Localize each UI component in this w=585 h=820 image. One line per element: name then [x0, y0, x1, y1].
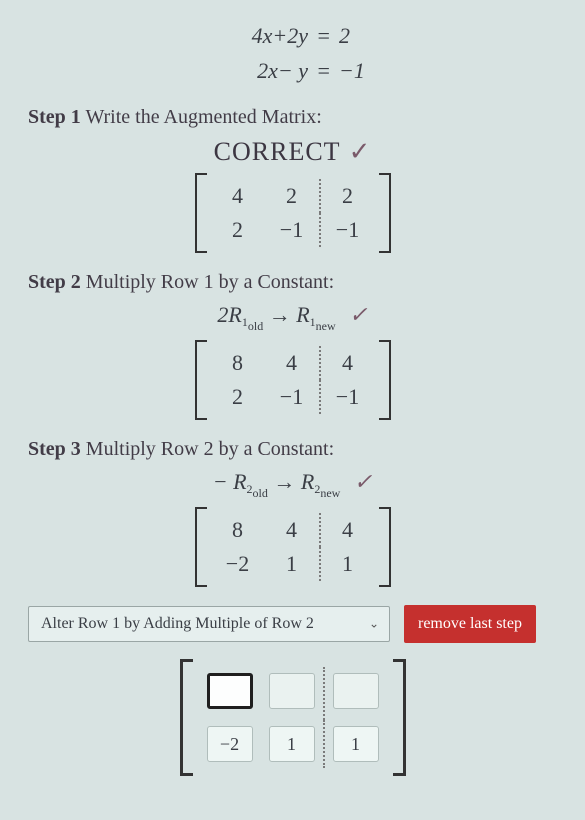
- eq2-rhs: −1: [339, 53, 369, 88]
- matrix-input-r1c1[interactable]: [207, 673, 253, 709]
- eq-sign: =: [314, 18, 334, 53]
- eq1-lhs: 4x+2y: [216, 18, 308, 53]
- step2-matrix: 844 2−1−1: [195, 340, 391, 420]
- dropdown-selected-label: Alter Row 1 by Adding Multiple of Row 2: [41, 615, 314, 632]
- step-type-dropdown[interactable]: Alter Row 1 by Adding Multiple of Row 2 …: [28, 606, 390, 642]
- remove-last-step-button[interactable]: remove last step: [404, 605, 536, 643]
- matrix-input-r2c2[interactable]: 1: [269, 726, 315, 762]
- eq2-lhs: 2x− y: [216, 53, 308, 88]
- step2-title: Step 2 Multiply Row 1 by a Constant:: [28, 271, 557, 294]
- check-icon: ✓: [354, 469, 372, 494]
- chevron-down-icon: ⌄: [369, 617, 379, 632]
- matrix-input-r1c2[interactable]: [269, 673, 315, 709]
- matrix-input-r2c1[interactable]: −2: [207, 726, 253, 762]
- step1-matrix: 422 2−1−1: [195, 173, 391, 253]
- matrix-input-r2c3[interactable]: 1: [333, 726, 379, 762]
- step1-correct: CORRECT✓: [28, 137, 557, 167]
- matrix-input-r1c3[interactable]: [333, 673, 379, 709]
- check-icon: ✓: [349, 137, 372, 166]
- step3-title: Step 3 Multiply Row 2 by a Constant:: [28, 438, 557, 461]
- equation-system: 4x+2y = 2 2x− y = −1: [28, 18, 557, 88]
- step3-operation: − R2old → R2new ✓: [28, 469, 557, 501]
- eq1-rhs: 2: [339, 18, 369, 53]
- check-icon: ✓: [349, 302, 367, 327]
- step3-matrix: 844 −211: [195, 507, 391, 587]
- eq-sign: =: [314, 53, 334, 88]
- input-matrix: −2 1 1: [180, 659, 406, 776]
- step2-operation: 2R1old → R1new ✓: [28, 302, 557, 334]
- step1-title: Step 1 Write the Augmented Matrix:: [28, 106, 557, 129]
